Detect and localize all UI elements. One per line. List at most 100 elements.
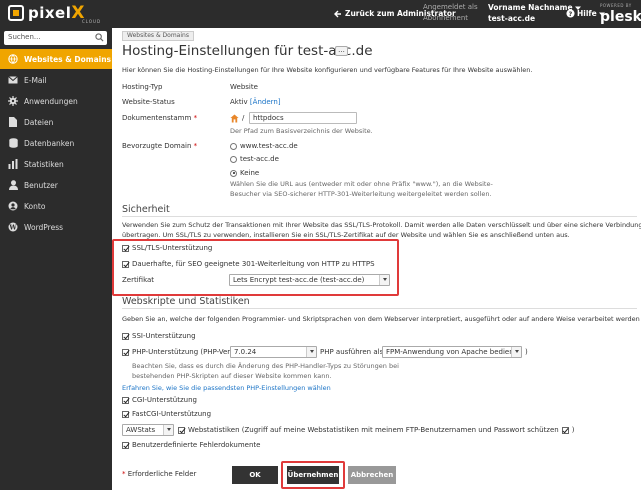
- cancel-button[interactable]: Abbrechen: [348, 466, 396, 484]
- chevron-down-icon: [306, 347, 316, 357]
- php-option[interactable]: PHP-Unterstützung (PHP-Version: [122, 348, 245, 356]
- change-status-link[interactable]: [Ändern]: [250, 98, 281, 106]
- svg-text:W: W: [8, 224, 17, 232]
- sidebar-item-label: Konto: [24, 201, 46, 211]
- webstats-option[interactable]: Webstatistiken (Zugriff auf meine Websta…: [178, 426, 574, 434]
- pref-option-none[interactable]: Keine: [230, 169, 259, 177]
- sidebar-item-wordpress[interactable]: W WordPress: [0, 217, 112, 237]
- file-icon: [8, 117, 18, 127]
- home-icon: [230, 114, 239, 123]
- top-bar: pixel X CLOUD Zurück zum Administrator A…: [0, 0, 641, 28]
- webstats-value: AWStats: [126, 426, 156, 434]
- php-handler-select[interactable]: FPM-Anwendung von Apache bedient: [382, 346, 522, 358]
- ssl-support-option[interactable]: SSL/TLS-Unterstützung: [122, 244, 212, 252]
- pref-option-nowww[interactable]: test-acc.de: [230, 155, 279, 163]
- logo-subtitle: CLOUD: [82, 19, 102, 24]
- sidebar-item-websites-domains[interactable]: Websites & Domains: [0, 49, 112, 69]
- https-redirect-checkbox[interactable]: [122, 260, 129, 268]
- sidebar-item-label: WordPress: [24, 222, 64, 232]
- php-close-paren: ): [525, 348, 528, 356]
- radio-none[interactable]: [230, 169, 237, 177]
- sidebar-item-label: Statistiken: [24, 159, 64, 169]
- cgi-label: CGI-Unterstützung: [132, 396, 197, 404]
- intro-text: Hier können Sie die Hosting-Einstellunge…: [122, 66, 533, 74]
- hosting-type-label: Hosting-Typ: [122, 83, 163, 91]
- docroot-hint: Der Pfad zum Basisverzeichnis der Websit…: [230, 127, 373, 135]
- hosting-type-value: Website: [230, 83, 258, 91]
- error-docs-option[interactable]: Benutzerdefinierte Fehlerdokumente: [122, 441, 260, 449]
- sidebar-item-email[interactable]: E-Mail: [0, 70, 112, 90]
- ssi-checkbox[interactable]: [122, 332, 129, 340]
- docroot-label: Dokumentenstamm *: [122, 114, 197, 122]
- security-text-1: Verwenden Sie zum Schutz der Transaktion…: [122, 221, 641, 229]
- breadcrumb[interactable]: Websites & Domains: [122, 31, 194, 41]
- php-version-value: 7.0.24: [234, 348, 257, 356]
- ssl-support-checkbox[interactable]: [122, 244, 129, 252]
- radio-nowww[interactable]: [230, 155, 237, 163]
- webstats-select[interactable]: AWStats: [122, 424, 174, 436]
- site-status: Aktiv [Ändern]: [230, 98, 281, 106]
- php-version-select[interactable]: 7.0.24: [230, 346, 317, 358]
- required-marker: *: [193, 114, 198, 122]
- https-redirect-option[interactable]: Dauerhafte, für SEO geeignete 301-Weiter…: [122, 260, 375, 268]
- certificate-select[interactable]: Lets Encrypt test-acc.de (test-acc.de): [229, 274, 390, 286]
- fastcgi-checkbox[interactable]: [122, 410, 129, 418]
- php-run-as-label: PHP ausführen als: [320, 348, 384, 356]
- apply-button[interactable]: Übernehmen: [287, 466, 339, 484]
- cgi-checkbox[interactable]: [122, 396, 129, 404]
- user-icon: [8, 180, 18, 190]
- more-options-button[interactable]: ...: [335, 46, 348, 56]
- sidebar-item-label: Dateien: [24, 117, 54, 127]
- scripts-text: Geben Sie an, welche der folgenden Progr…: [122, 315, 641, 323]
- sidebar-item-databases[interactable]: Datenbanken: [0, 133, 112, 153]
- subscription-value[interactable]: test-acc.de: [488, 14, 535, 23]
- help-menu[interactable]: ? Hilfe: [566, 9, 605, 18]
- radio-www[interactable]: [230, 142, 237, 150]
- sidebar-item-account[interactable]: Konto: [0, 196, 112, 216]
- site-status-value: Aktiv: [230, 98, 248, 106]
- arrow-left-icon: [334, 10, 341, 17]
- search-box[interactable]: Suchen...: [4, 31, 107, 45]
- ssi-option[interactable]: SSI-Unterstützung: [122, 332, 196, 340]
- sidebar-item-files[interactable]: Dateien: [0, 112, 112, 132]
- ok-button[interactable]: OK: [232, 466, 278, 484]
- sidebar-item-applications[interactable]: Anwendungen: [0, 91, 112, 111]
- php-handler-value: FPM-Anwendung von Apache bedient: [386, 348, 517, 356]
- sidebar-item-label: Datenbanken: [24, 138, 75, 148]
- wordpress-icon: W: [8, 222, 18, 232]
- plesk-logo: plesk: [600, 9, 641, 25]
- ssi-label: SSI-Unterstützung: [132, 332, 196, 340]
- gear-icon: [8, 96, 18, 106]
- pref-option-label: www.test-acc.de: [240, 142, 298, 150]
- required-note-text: Erforderliche Felder: [127, 470, 197, 478]
- sidebar: Suchen... Websites & Domains E-Mail Anwe…: [0, 28, 112, 490]
- webstats-checkbox[interactable]: [178, 426, 185, 434]
- php-settings-link[interactable]: Erfahren Sie, wie Sie die passendsten PH…: [122, 383, 331, 393]
- subscription-label: Abonnement: [423, 14, 469, 22]
- sidebar-item-users[interactable]: Benutzer: [0, 175, 112, 195]
- fastcgi-option[interactable]: FastCGI-Unterstützung: [122, 410, 211, 418]
- sidebar-item-label: Benutzer: [24, 180, 58, 190]
- svg-text:?: ?: [569, 11, 573, 18]
- search-icon[interactable]: [95, 33, 104, 42]
- help-label: Hilfe: [577, 9, 597, 18]
- main-content: Websites & Domains Hosting-Einstellungen…: [112, 28, 641, 490]
- mail-icon: [8, 75, 18, 85]
- webstats-protect-checkbox[interactable]: [561, 426, 569, 434]
- pref-hint-1: Wählen Sie die URL aus (entweder mit ode…: [230, 180, 493, 188]
- logged-in-label: Angemeldet als: [423, 3, 478, 11]
- required-marker: *: [122, 470, 126, 478]
- user-name: Vorname Nachname: [488, 3, 573, 12]
- logo[interactable]: pixel X: [8, 3, 84, 23]
- sidebar-item-label: Anwendungen: [24, 96, 78, 106]
- sidebar-item-statistics[interactable]: Statistiken: [0, 154, 112, 174]
- docroot-input[interactable]: httpdocs: [249, 112, 357, 124]
- pref-option-www[interactable]: www.test-acc.de: [230, 142, 298, 150]
- php-checkbox[interactable]: [122, 348, 129, 356]
- pref-hint-2: Besucher via SEO-sicherer HTTP-301-Weite…: [230, 190, 492, 198]
- error-docs-checkbox[interactable]: [122, 441, 129, 449]
- search-input[interactable]: Suchen...: [8, 33, 41, 41]
- database-icon: [8, 138, 18, 148]
- php-label: PHP-Unterstützung (PHP-Version: [132, 348, 245, 356]
- cgi-option[interactable]: CGI-Unterstützung: [122, 396, 197, 404]
